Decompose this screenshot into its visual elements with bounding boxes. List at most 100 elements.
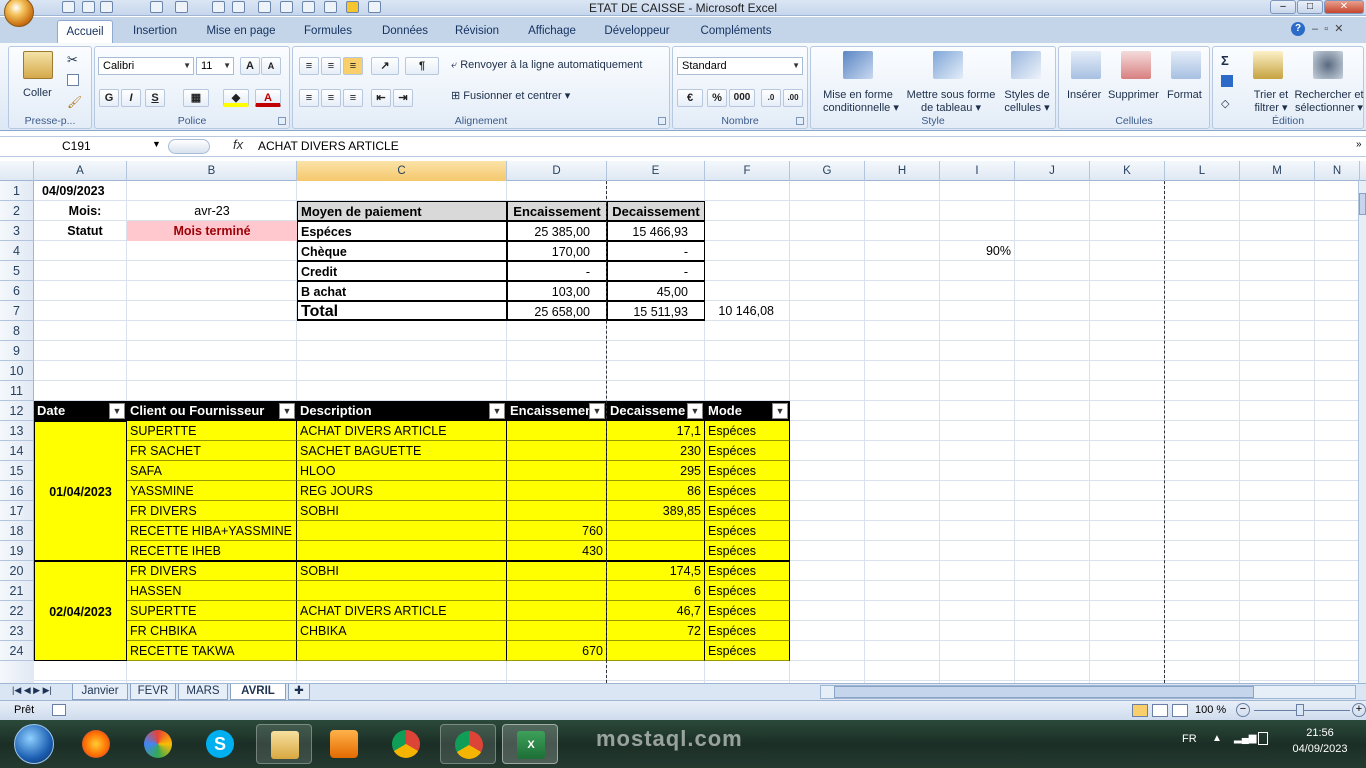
battery-icon[interactable]	[1258, 732, 1268, 745]
sheet-tab-fevr[interactable]: FEVR	[130, 684, 176, 700]
table-cell[interactable]: YASSMINE	[127, 481, 297, 501]
summary-encaissement[interactable]: 103,00	[507, 281, 607, 301]
table-cell[interactable]: Espéces	[705, 641, 790, 661]
conditional-format-icon[interactable]	[843, 51, 873, 79]
tab-developpeur[interactable]: Développeur	[598, 20, 676, 43]
formula-bar-expand-icon[interactable]: »	[1356, 139, 1362, 150]
borders-button[interactable]: ▦	[183, 89, 209, 107]
page-break-icon[interactable]	[1172, 704, 1188, 717]
sheet-tab-janvier[interactable]: Janvier	[72, 684, 128, 700]
row-header[interactable]: 23	[0, 621, 34, 641]
col-header-k[interactable]: K	[1090, 161, 1165, 181]
decrease-decimal-button[interactable]: .00	[783, 89, 803, 107]
formula-input[interactable]: ACHAT DIVERS ARTICLE	[258, 137, 399, 156]
row-header[interactable]: 3	[0, 221, 34, 241]
summary-header[interactable]: Decaissement	[607, 201, 705, 221]
find-select-button[interactable]: Rechercher et sélectionner ▾	[1293, 89, 1365, 115]
taskbar-photos[interactable]	[130, 724, 186, 764]
clock-date[interactable]: 04/09/2023	[1288, 743, 1352, 755]
table-cell[interactable]	[507, 621, 607, 641]
summary-total-label[interactable]: Total	[297, 301, 507, 321]
col-header-a[interactable]: A	[34, 161, 127, 181]
row-header[interactable]: 11	[0, 381, 34, 401]
formula-expand-slider[interactable]	[168, 139, 210, 154]
insert-cells-button[interactable]: Insérer	[1067, 89, 1101, 101]
row-header[interactable]: 17	[0, 501, 34, 521]
table-cell[interactable]	[507, 601, 607, 621]
table-cell[interactable]: SUPERTTE	[127, 421, 297, 441]
table-cell[interactable]	[297, 581, 507, 601]
table-cell[interactable]: 295	[607, 461, 705, 481]
table-cell[interactable]: Espéces	[705, 581, 790, 601]
table-cell[interactable]: 389,85	[607, 501, 705, 521]
underline-button[interactable]: S	[145, 89, 165, 107]
format-as-table-icon[interactable]	[933, 51, 963, 79]
table-cell[interactable]: 17,1	[607, 421, 705, 441]
sheet-nav-buttons[interactable]: |◀ ◀ ▶ ▶|	[12, 685, 52, 696]
row-header[interactable]: 10	[0, 361, 34, 381]
table-cell[interactable]	[607, 541, 705, 561]
col-header-i[interactable]: I	[940, 161, 1015, 181]
sort-filter-button[interactable]: Trier et filtrer ▾	[1251, 89, 1291, 115]
align-middle-button[interactable]: ≡	[321, 57, 341, 75]
increase-decimal-button[interactable]: .0	[761, 89, 781, 107]
table-cell[interactable]	[297, 521, 507, 541]
table-cell[interactable]: Espéces	[705, 421, 790, 441]
table-cell[interactable]: Espéces	[705, 441, 790, 461]
copy-icon[interactable]	[67, 74, 79, 86]
filter-dropdown-icon[interactable]: ▼	[687, 403, 703, 419]
sheet-tab-mars[interactable]: MARS	[178, 684, 228, 700]
table-cell[interactable]: FR DIVERS	[127, 561, 297, 581]
shrink-font-button[interactable]: A	[261, 57, 281, 75]
filter-dropdown-icon[interactable]: ▼	[279, 403, 295, 419]
summary-header[interactable]: Encaissement	[507, 201, 607, 221]
filter-dropdown-icon[interactable]: ▼	[772, 403, 788, 419]
percent-value[interactable]: 90%	[940, 241, 1015, 261]
zoom-slider-thumb[interactable]	[1296, 704, 1304, 716]
row-header[interactable]: 24	[0, 641, 34, 661]
col-header-g[interactable]: G	[790, 161, 865, 181]
col-header-n[interactable]: N	[1315, 161, 1360, 181]
table-cell[interactable]: 6	[607, 581, 705, 601]
row-header[interactable]: 19	[0, 541, 34, 561]
summary-encaissement[interactable]: 25 385,00	[507, 221, 607, 241]
table-cell[interactable]: Espéces	[705, 541, 790, 561]
col-header-f[interactable]: F	[705, 161, 790, 181]
fx-icon[interactable]: fx	[233, 137, 243, 152]
tab-revision[interactable]: Révision	[448, 20, 506, 43]
table-cell[interactable]: REG JOURS	[297, 481, 507, 501]
mois-label[interactable]: Mois:	[34, 201, 127, 221]
format-cells-button[interactable]: Format	[1167, 89, 1202, 101]
conditional-format-button[interactable]: Mise en forme conditionnelle ▾	[823, 89, 899, 115]
font-dialog-launcher[interactable]	[278, 117, 286, 125]
close-button[interactable]: ✕	[1324, 0, 1364, 14]
table-cell[interactable]	[297, 541, 507, 561]
font-size-combo[interactable]: 11 ▼	[196, 57, 234, 75]
table-cell[interactable]	[507, 481, 607, 501]
row-header[interactable]: 2	[0, 201, 34, 221]
summary-balance[interactable]: 10 146,08	[705, 301, 790, 321]
fill-icon[interactable]	[1221, 75, 1233, 87]
table-header[interactable]: Description	[297, 401, 507, 421]
tab-complements[interactable]: Compléments	[692, 20, 780, 43]
delete-cells-icon[interactable]	[1121, 51, 1151, 79]
table-cell[interactable]: HASSEN	[127, 581, 297, 601]
table-cell[interactable]: SOBHI	[297, 561, 507, 581]
row-header[interactable]: 16	[0, 481, 34, 501]
format-cells-icon[interactable]	[1171, 51, 1201, 79]
table-cell[interactable]: Espéces	[705, 521, 790, 541]
table-cell[interactable]: CHBIKA	[297, 621, 507, 641]
minimize-button[interactable]: –	[1270, 0, 1296, 14]
table-cell[interactable]: FR DIVERS	[127, 501, 297, 521]
vertical-scrollbar[interactable]	[1358, 181, 1366, 683]
row-header[interactable]: 21	[0, 581, 34, 601]
table-cell[interactable]	[507, 581, 607, 601]
cut-icon[interactable]: ✂	[67, 52, 78, 68]
table-cell[interactable]: Espéces	[705, 601, 790, 621]
row-header[interactable]: 8	[0, 321, 34, 341]
col-header-j[interactable]: J	[1015, 161, 1090, 181]
col-header-h[interactable]: H	[865, 161, 940, 181]
table-cell[interactable]: RECETTE HIBA+YASSMINE	[127, 521, 297, 541]
table-cell[interactable]: Espéces	[705, 461, 790, 481]
number-format-combo[interactable]: Standard ▼	[677, 57, 803, 75]
